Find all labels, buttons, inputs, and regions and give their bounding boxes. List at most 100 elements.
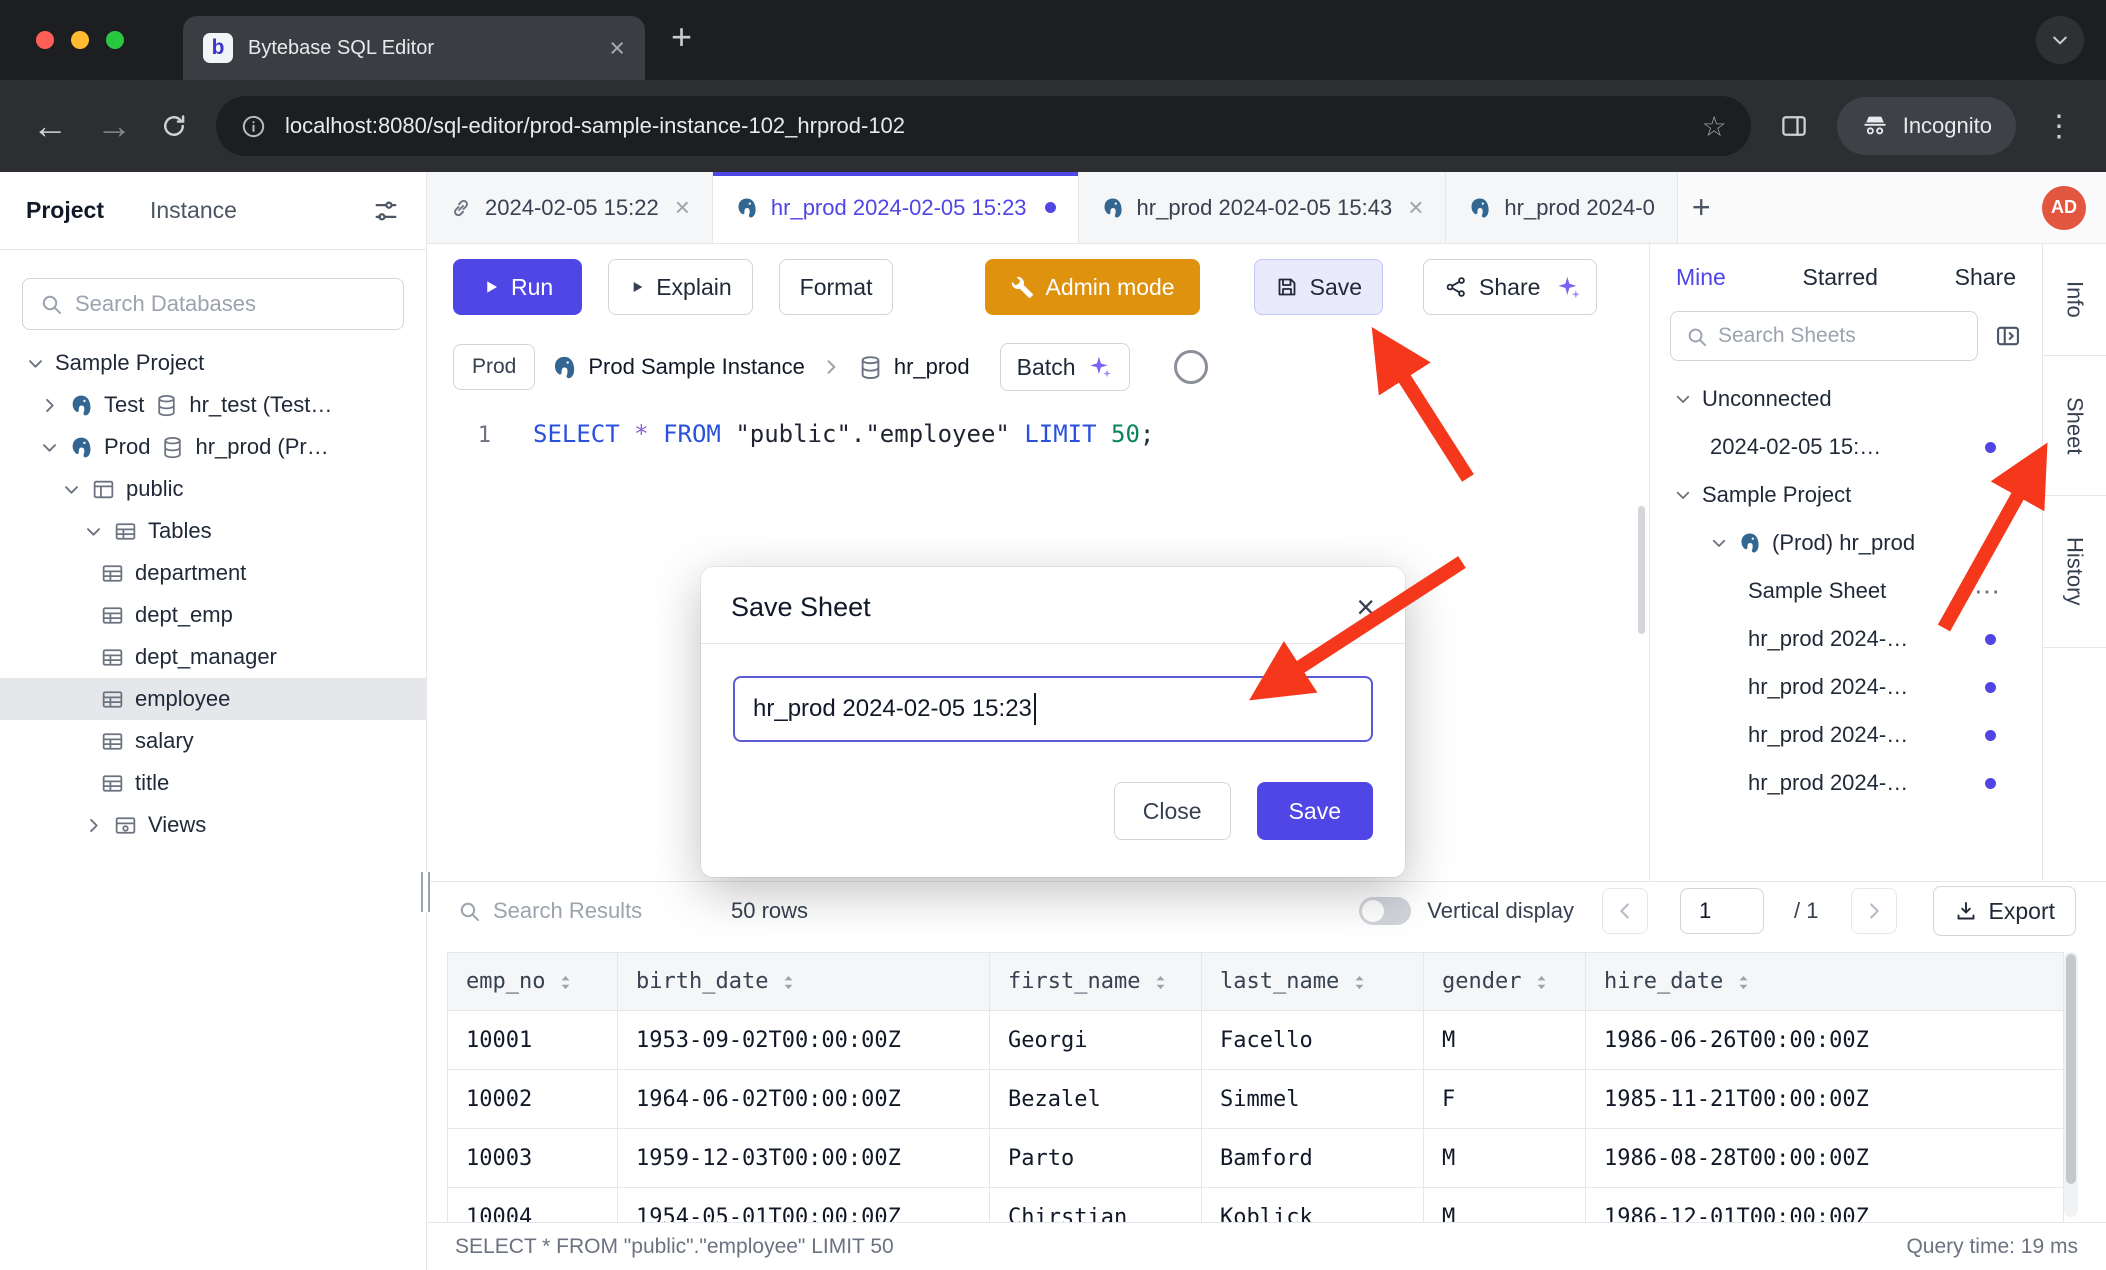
dialog-save-button[interactable]: Save [1257, 782, 1373, 840]
column-header-gender[interactable]: gender [1424, 953, 1586, 1011]
sidebar-tab-project[interactable]: Project [26, 197, 104, 224]
filter-settings-icon[interactable] [372, 197, 400, 225]
vertical-display-toggle[interactable] [1359, 897, 1411, 925]
site-info-icon[interactable] [240, 113, 267, 140]
maximize-window-button[interactable] [106, 31, 124, 49]
sort-icon[interactable] [555, 969, 576, 993]
address-bar[interactable]: localhost:8080/sql-editor/prod-sample-in… [216, 96, 1751, 156]
user-avatar[interactable]: AD [2042, 186, 2086, 230]
editor-tab-hr-prod-2024-0[interactable]: hr_prod 2024-0 [1446, 172, 1677, 243]
format-button[interactable]: Format [779, 259, 894, 315]
sidebar-resize-handle[interactable] [421, 872, 430, 912]
sort-icon[interactable] [1531, 969, 1552, 993]
sheet-item-prod-hr-prod[interactable]: (Prod) hr_prod [1650, 519, 2042, 567]
close-dialog-icon[interactable]: × [1356, 591, 1375, 623]
batch-button[interactable]: Batch [1000, 343, 1130, 391]
database-search-input[interactable]: Search Databases [22, 278, 404, 330]
db-tree-item-tables[interactable]: Tables [0, 510, 426, 552]
tab-list-chevron-icon[interactable] [2036, 16, 2084, 64]
table-row[interactable]: 100031959-12-03T00:00:00ZPartoBamfordM19… [448, 1129, 2064, 1188]
share-button[interactable]: Share [1423, 259, 1597, 315]
sheet-name-input[interactable]: hr_prod 2024-02-05 15:23 [733, 676, 1373, 742]
editor-tab-hr-prod-2024-02-05-15-23[interactable]: hr_prod 2024-02-05 15:23 [713, 172, 1079, 243]
results-scrollbar[interactable] [2064, 952, 2078, 1217]
export-button[interactable]: Export [1933, 886, 2076, 936]
db-tree-item-salary[interactable]: salary [0, 720, 426, 762]
minimize-window-button[interactable] [71, 31, 89, 49]
browser-tab[interactable]: b Bytebase SQL Editor × [183, 16, 645, 80]
sidebar-tab-instance[interactable]: Instance [150, 197, 237, 224]
run-button[interactable]: Run [453, 259, 582, 315]
sheet-item-2024-02-05-15[interactable]: 2024-02-05 15:… [1650, 423, 2042, 471]
side-panel-icon[interactable] [1779, 111, 1809, 141]
bookmark-star-icon[interactable]: ☆ [1702, 110, 1727, 143]
editor-tab-hr-prod-2024-02-05-15-43[interactable]: hr_prod 2024-02-05 15:43× [1079, 172, 1447, 243]
editor-scrollbar[interactable] [1638, 506, 1645, 634]
environment-chip[interactable]: Prod [453, 344, 535, 390]
column-header-last-name[interactable]: last_name [1202, 953, 1424, 1011]
column-header-hire-date[interactable]: hire_date [1586, 953, 2064, 1011]
close-tab-icon[interactable]: × [675, 192, 690, 223]
back-button[interactable]: ← [32, 108, 68, 144]
prev-page-button[interactable] [1602, 888, 1648, 934]
db-tree-item-views[interactable]: Views [0, 804, 426, 846]
side-tab-sheet[interactable]: Sheet [2043, 356, 2106, 496]
sheet-item-sample-sheet[interactable]: Sample Sheet⋯ [1650, 567, 2042, 615]
db-tree-item-department[interactable]: department [0, 552, 426, 594]
close-tab-icon[interactable]: × [1408, 192, 1423, 223]
save-sheet-button[interactable]: Save [1254, 259, 1383, 315]
db-tree-item-dept-emp[interactable]: dept_emp [0, 594, 426, 636]
editor-tab-2024-02-05-15-22[interactable]: 2024-02-05 15:22× [427, 172, 713, 243]
explain-button[interactable]: Explain [608, 259, 752, 315]
db-tree-item-sample-project[interactable]: Sample Project [0, 342, 426, 384]
sheet-search-input[interactable]: Search Sheets [1670, 311, 1978, 361]
table-row[interactable]: 100041954-05-01T00:00:00ZChirstianKoblic… [448, 1188, 2064, 1223]
close-window-button[interactable] [36, 31, 54, 49]
admin-mode-button[interactable]: Admin mode [985, 259, 1199, 315]
macos-window-controls [36, 31, 124, 49]
next-page-button[interactable] [1851, 888, 1897, 934]
sheet-item-hr-prod-2024[interactable]: hr_prod 2024-… [1650, 615, 2042, 663]
sheet-tab-mine[interactable]: Mine [1676, 264, 1726, 291]
sheet-item-unconnected[interactable]: Unconnected [1650, 375, 2042, 423]
sort-icon[interactable] [1733, 969, 1754, 993]
db-tree-item-prod[interactable]: Prodhr_prod (Pr… [0, 426, 426, 468]
collapse-panel-icon[interactable] [1994, 322, 2022, 350]
forward-button[interactable]: → [96, 108, 132, 144]
page-number-input[interactable]: 1 [1680, 888, 1764, 934]
column-header-birth-date[interactable]: birth_date [618, 953, 990, 1011]
browser-menu-icon[interactable]: ⋮ [2044, 109, 2074, 144]
side-tab-info[interactable]: Info [2043, 244, 2106, 356]
new-browser-tab-button[interactable]: + [671, 16, 692, 58]
table-row[interactable]: 100021964-06-02T00:00:00ZBezalelSimmelF1… [448, 1070, 2064, 1129]
db-tree-item-dept-manager[interactable]: dept_manager [0, 636, 426, 678]
sheet-item-hr-prod-2024[interactable]: hr_prod 2024-… [1650, 759, 2042, 807]
column-header-first-name[interactable]: first_name [990, 953, 1202, 1011]
db-tree-item-public[interactable]: public [0, 468, 426, 510]
table-cell: Bezalel [990, 1070, 1202, 1129]
tree-item-sublabel: hr_test (Test… [189, 392, 332, 418]
instance-breadcrumb-item[interactable]: Prod Sample Instance [551, 354, 804, 381]
sheet-item-hr-prod-2024[interactable]: hr_prod 2024-… [1650, 663, 2042, 711]
db-tree-item-employee[interactable]: employee [0, 678, 426, 720]
table-row[interactable]: 100011953-09-02T00:00:00ZGeorgiFacelloM1… [448, 1011, 2064, 1070]
sort-icon[interactable] [1150, 969, 1171, 993]
sheet-item-sample-project[interactable]: Sample Project [1650, 471, 2042, 519]
db-tree-item-title[interactable]: title [0, 762, 426, 804]
sheet-tab-starred[interactable]: Starred [1803, 264, 1878, 291]
sheet-tab-share[interactable]: Share [1955, 264, 2016, 291]
sort-icon[interactable] [778, 969, 799, 993]
schema-diagram-icon[interactable] [1174, 350, 1208, 384]
side-tab-history[interactable]: History [2043, 496, 2106, 648]
sheet-item-hr-prod-2024[interactable]: hr_prod 2024-… [1650, 711, 2042, 759]
column-header-emp-no[interactable]: emp_no [448, 953, 618, 1011]
database-breadcrumb-item[interactable]: hr_prod [857, 354, 970, 381]
new-sheet-tab-button[interactable]: + [1692, 189, 1711, 226]
results-search-input[interactable]: Search Results [457, 898, 715, 924]
db-tree-item-test[interactable]: Testhr_test (Test… [0, 384, 426, 426]
dialog-close-button[interactable]: Close [1114, 782, 1231, 840]
reload-button[interactable] [160, 112, 188, 140]
sort-icon[interactable] [1349, 969, 1370, 993]
more-actions-icon[interactable]: ⋯ [1974, 576, 2002, 607]
close-browser-tab-icon[interactable]: × [609, 33, 625, 64]
